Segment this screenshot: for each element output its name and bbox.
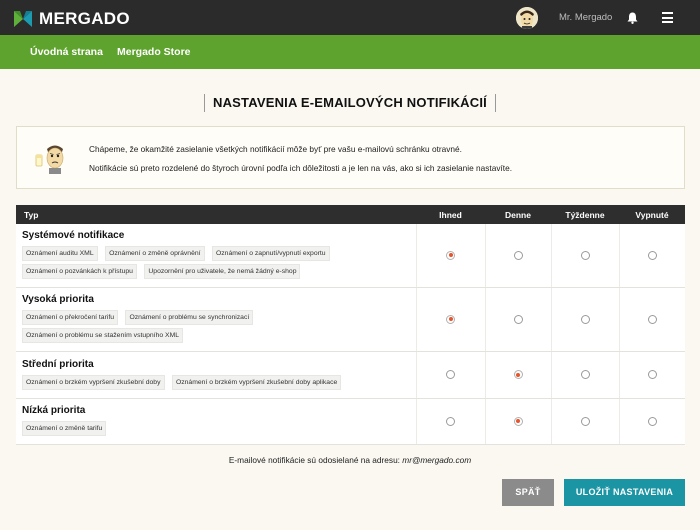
bell-icon[interactable]	[627, 11, 638, 29]
page-title-wrap: NASTAVENIA E-EMAILOVÝCH NOTIFIKÁCIÍ	[0, 94, 700, 112]
email-note-label: E-mailové notifikácie sú odosielané na a…	[228, 455, 400, 465]
radio-immediate[interactable]	[446, 370, 455, 379]
logo[interactable]: MERGADO	[14, 9, 130, 29]
notifications-table: Typ Ihned Denne Týždenne Vypnuté Systémo…	[16, 205, 685, 445]
notification-tag: Oznámení o problému se synchronizací	[125, 310, 254, 325]
tag-list: Oznámení o změně tarifu	[22, 421, 410, 439]
radio-weekly[interactable]	[580, 250, 590, 260]
nav-item-home[interactable]: Úvodná strana	[30, 46, 103, 58]
radio-cell-immediate	[415, 224, 485, 288]
tag-list: Oznámení auditu XML Oznámení o změně opr…	[22, 246, 410, 282]
radio-daily[interactable]	[513, 370, 523, 379]
mergado-logo-icon	[14, 11, 32, 27]
radio-cell-weekly	[550, 224, 619, 288]
column-header-off: Vypnuté	[619, 205, 685, 224]
hamburger-menu-icon[interactable]	[662, 12, 673, 23]
radio-off[interactable]	[647, 314, 657, 324]
notification-tag: Oznámení o překročení tarifu	[22, 310, 119, 325]
column-header-immediate: Ihned	[416, 205, 485, 224]
radio-cell-weekly	[550, 351, 619, 399]
column-header-weekly: Týždenne	[551, 205, 619, 224]
nav-item-store[interactable]: Mergado Store	[117, 46, 191, 58]
radio-immediate[interactable]	[446, 416, 455, 426]
radio-cell-immediate	[415, 287, 485, 352]
radio-off[interactable]	[647, 370, 657, 379]
radio-immediate[interactable]	[446, 250, 455, 260]
radio-weekly[interactable]	[580, 314, 590, 324]
level-name: Vysoká priorita	[22, 294, 94, 305]
radio-weekly[interactable]	[580, 370, 590, 379]
tag-list: Oznámení o překročení tarifu Oznámení o …	[22, 310, 410, 346]
radio-off[interactable]	[647, 250, 657, 260]
radio-cell-immediate	[415, 398, 485, 445]
notification-tag: Oznámení o brzkém vypršení zkušební doby	[22, 374, 165, 390]
worried-face-illustration	[35, 145, 64, 174]
notification-level-cell: Systémové notifikace Oznámení auditu XML…	[16, 224, 416, 288]
radio-cell-off	[618, 224, 685, 288]
back-button[interactable]: SPÄŤ	[502, 479, 554, 506]
radio-cell-immediate	[415, 351, 485, 399]
notification-tag: Oznámení o problému se stažením vstupníh…	[22, 328, 184, 343]
radio-cell-weekly	[550, 398, 619, 445]
email-note: E-mailové notifikácie sú odosielané na a…	[0, 455, 700, 465]
radio-off[interactable]	[647, 416, 657, 426]
email-address: mr@mergado.com	[402, 455, 472, 465]
notification-level-cell: Nízká priorita Oznámení o změně tarifu	[16, 398, 416, 445]
save-settings-button[interactable]: ULOŽIŤ NASTAVENIA	[564, 479, 685, 506]
column-header-type: Typ	[16, 205, 416, 224]
column-header-daily: Denne	[485, 205, 551, 224]
radio-daily[interactable]	[513, 250, 523, 260]
notification-level-cell: Střední priorita Oznámení o brzkém vyprš…	[16, 351, 416, 399]
logo-text: MERGADO	[39, 9, 130, 28]
notification-tag: Oznámení o změně tarifu	[22, 421, 107, 436]
radio-daily[interactable]	[513, 416, 523, 426]
notification-tag: Oznámení o změně oprávnění	[105, 246, 205, 261]
radio-cell-off	[618, 398, 685, 445]
radio-cell-daily	[484, 224, 551, 288]
notification-tag: Oznámení o zapnutí/vypnutí exportu	[211, 246, 330, 261]
avatar[interactable]	[516, 7, 538, 29]
radio-cell-off	[618, 287, 685, 352]
level-name: Systémové notifikace	[22, 230, 125, 241]
notification-tag: Oznámení o brzkém vypršení zkušební doby…	[171, 374, 342, 390]
notification-level-cell: Vysoká priorita Oznámení o překročení ta…	[16, 287, 416, 352]
table-row: Střední priorita Oznámení o brzkém vyprš…	[16, 351, 685, 399]
nav-bar: Úvodná strana Mergado Store	[0, 35, 700, 69]
page-title: NASTAVENIA E-EMAILOVÝCH NOTIFIKÁCIÍ	[204, 94, 496, 112]
radio-cell-daily	[484, 287, 551, 352]
radio-immediate[interactable]	[446, 314, 455, 324]
table-row: Nízká priorita Oznámení o změně tarifu	[16, 398, 685, 445]
info-text-line-2: Notifikácie sú preto rozdelené do štyroc…	[89, 163, 513, 173]
table-row: Systémové notifikace Oznámení auditu XML…	[16, 224, 685, 288]
table-header-row: Typ Ihned Denne Týždenne Vypnuté	[16, 205, 685, 224]
radio-cell-weekly	[550, 287, 619, 352]
top-bar: MERGADO Mr. Mergado	[0, 0, 700, 35]
radio-weekly[interactable]	[580, 416, 590, 426]
tag-list: Oznámení o brzkém vypršení zkušební doby…	[22, 374, 410, 393]
username[interactable]: Mr. Mergado	[559, 12, 612, 23]
info-box: Chápeme, že okamžité zasielanie všetkých…	[16, 126, 685, 189]
notification-tag: Oznámení auditu XML	[22, 246, 98, 261]
table-row: Vysoká priorita Oznámení o překročení ta…	[16, 287, 685, 352]
notification-tag: Oznámení o pozvánkách k přístupu	[22, 264, 137, 279]
radio-cell-daily	[484, 398, 551, 445]
info-text-line-1: Chápeme, že okamžité zasielanie všetkých…	[89, 144, 462, 154]
notification-tag: Upozornění pro uživatele, že nemá žádný …	[144, 264, 301, 279]
radio-cell-daily	[484, 351, 551, 399]
level-name: Nízká priorita	[22, 405, 86, 416]
radio-cell-off	[618, 351, 685, 399]
radio-daily[interactable]	[513, 314, 523, 324]
level-name: Střední priorita	[22, 358, 94, 370]
